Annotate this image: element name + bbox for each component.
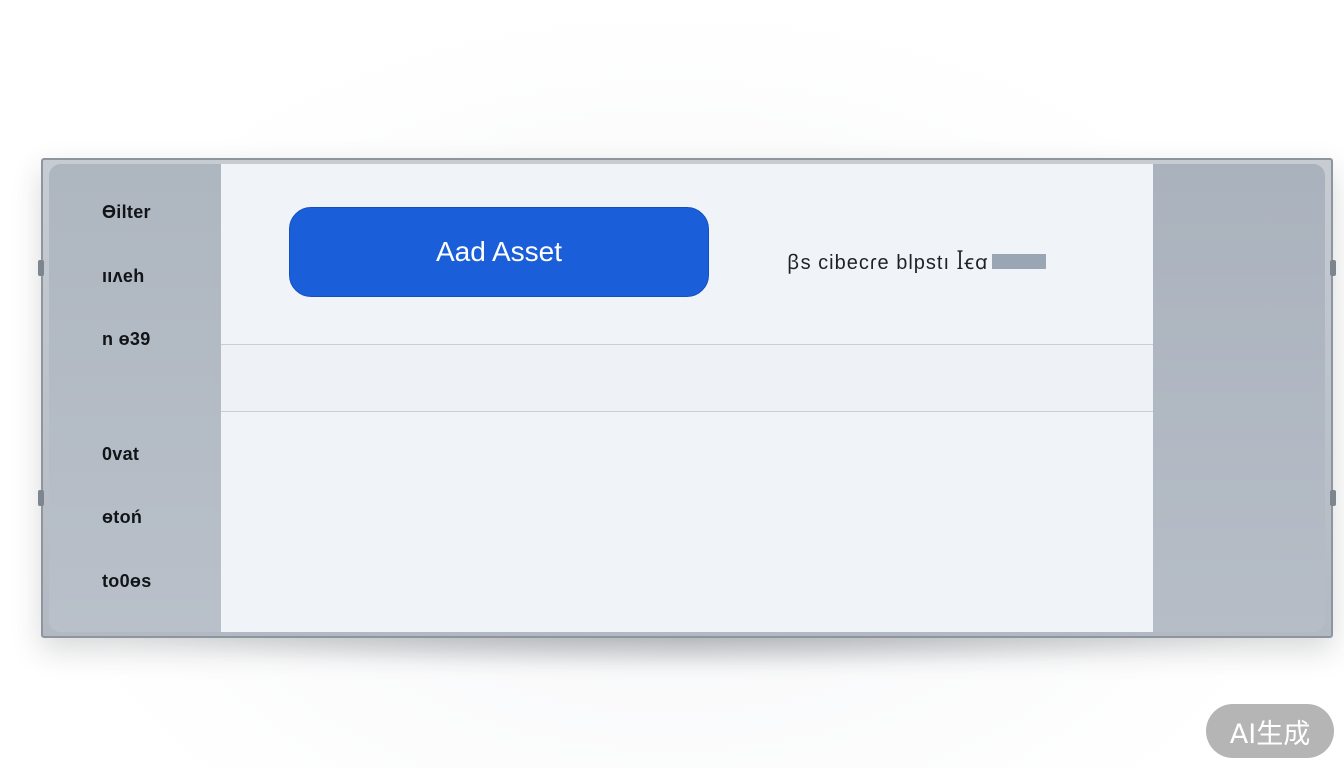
sidebar-item-3[interactable]: n ɵ39 (102, 329, 151, 350)
content-area (221, 412, 1153, 632)
status-text: ꞵs cibecɾe blpstı ꟾꞓꭤ (787, 252, 989, 274)
add-asset-button[interactable]: Aad Asset (289, 207, 709, 297)
sidebar-item-4[interactable]: 0vat (102, 444, 139, 465)
toolbar: Aad Asset ꞵs cibecɾe blpstı ꟾꞓꭤ (221, 164, 1153, 345)
list-row[interactable] (221, 345, 1153, 412)
sidebar-item-5[interactable]: ɵtoń (102, 507, 142, 528)
status-indicator-bar (992, 254, 1047, 269)
frame-bracket-left-top (38, 260, 44, 276)
app-screen: Ɵilter ııʌeh n ɵ39 0vat ɵtoń to0ɵs Aad A… (49, 164, 1325, 632)
main-panel: Aad Asset ꞵs cibecɾe blpstı ꟾꞓꭤ (221, 164, 1153, 632)
sidebar-item-2[interactable]: ııʌeh (102, 266, 145, 287)
frame-bracket-left-bottom (38, 490, 44, 506)
sidebar-item-6[interactable]: to0ɵs (102, 571, 152, 592)
device-frame: Ɵilter ııʌeh n ɵ39 0vat ɵtoń to0ɵs Aad A… (38, 158, 1336, 638)
ai-watermark-badge: AI生成 (1206, 704, 1334, 758)
frame-bracket-right-bottom (1330, 490, 1336, 506)
status-line: ꞵs cibecɾe blpstı ꟾꞓꭤ (787, 248, 1047, 275)
right-sidebar (1153, 164, 1325, 632)
page: Ɵilter ııʌeh n ɵ39 0vat ɵtoń to0ɵs Aad A… (0, 0, 1344, 768)
frame-bracket-right-top (1330, 260, 1336, 276)
sidebar-item-1[interactable]: Ɵilter (102, 202, 151, 223)
left-sidebar: Ɵilter ııʌeh n ɵ39 0vat ɵtoń to0ɵs (49, 164, 221, 632)
